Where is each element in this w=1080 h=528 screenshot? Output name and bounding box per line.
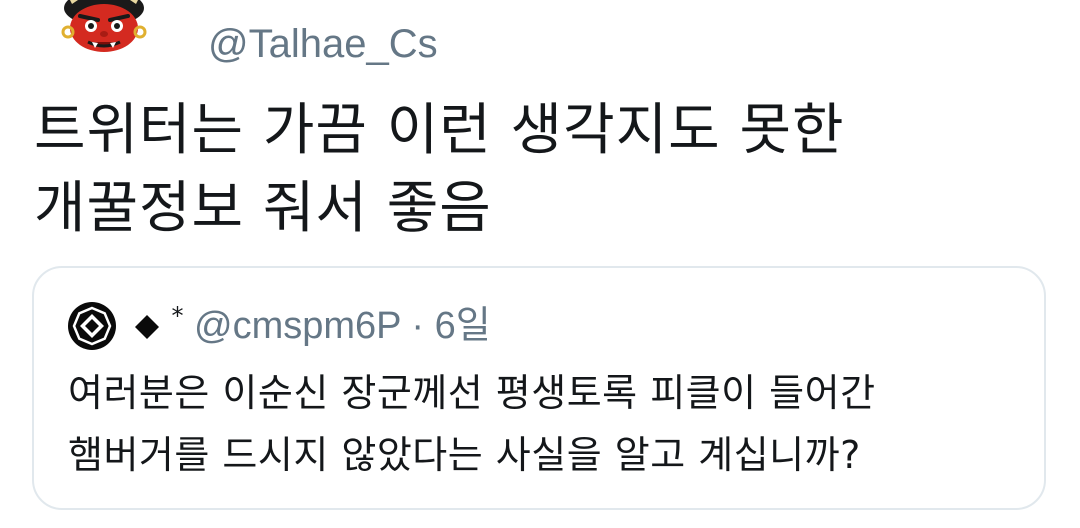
quoted-tweet-text: 여러분은 이순신 장군께선 평생토록 피클이 들어간 햄버거를 드시지 않았다는…	[68, 362, 1028, 486]
separator-dot: ·	[411, 305, 425, 347]
tweet-text: 트위터는 가끔 이런 생각지도 못한 개꿀정보 줘서 좋음	[34, 92, 1034, 248]
quoted-display-name[interactable]: *	[132, 304, 184, 348]
red-oni-mask-icon	[61, 0, 147, 52]
avatar[interactable]	[58, 0, 150, 58]
black-diamond-icon	[132, 308, 172, 343]
quoted-handle[interactable]: @cmspm6P	[194, 305, 401, 347]
name-mark: *	[171, 302, 184, 330]
tweet-text-line: 개꿀정보 줘서 좋음	[34, 176, 492, 241]
quoted-handle-line: @cmspm6P · 6일	[194, 304, 491, 348]
tweet-text-line: 트위터는 가끔 이런 생각지도 못한	[34, 98, 845, 163]
tweet-handle[interactable]: @Talhae_Cs	[208, 20, 438, 68]
quoted-text-line: 여러분은 이순신 장군께선 평생토록 피클이 들어간	[68, 371, 876, 415]
quoted-text-line: 햄버거를 드시지 않았다는 사실을 알고 계십니까?	[68, 433, 861, 477]
quoted-tweet-card[interactable]: * @cmspm6P · 6일 여러분은 이순신 장군께선 평생토록 피클이 들…	[32, 266, 1046, 510]
quoted-avatar[interactable]	[68, 302, 116, 350]
octagon-emblem-icon	[68, 302, 116, 350]
quoted-timestamp[interactable]: 6일	[435, 305, 491, 347]
